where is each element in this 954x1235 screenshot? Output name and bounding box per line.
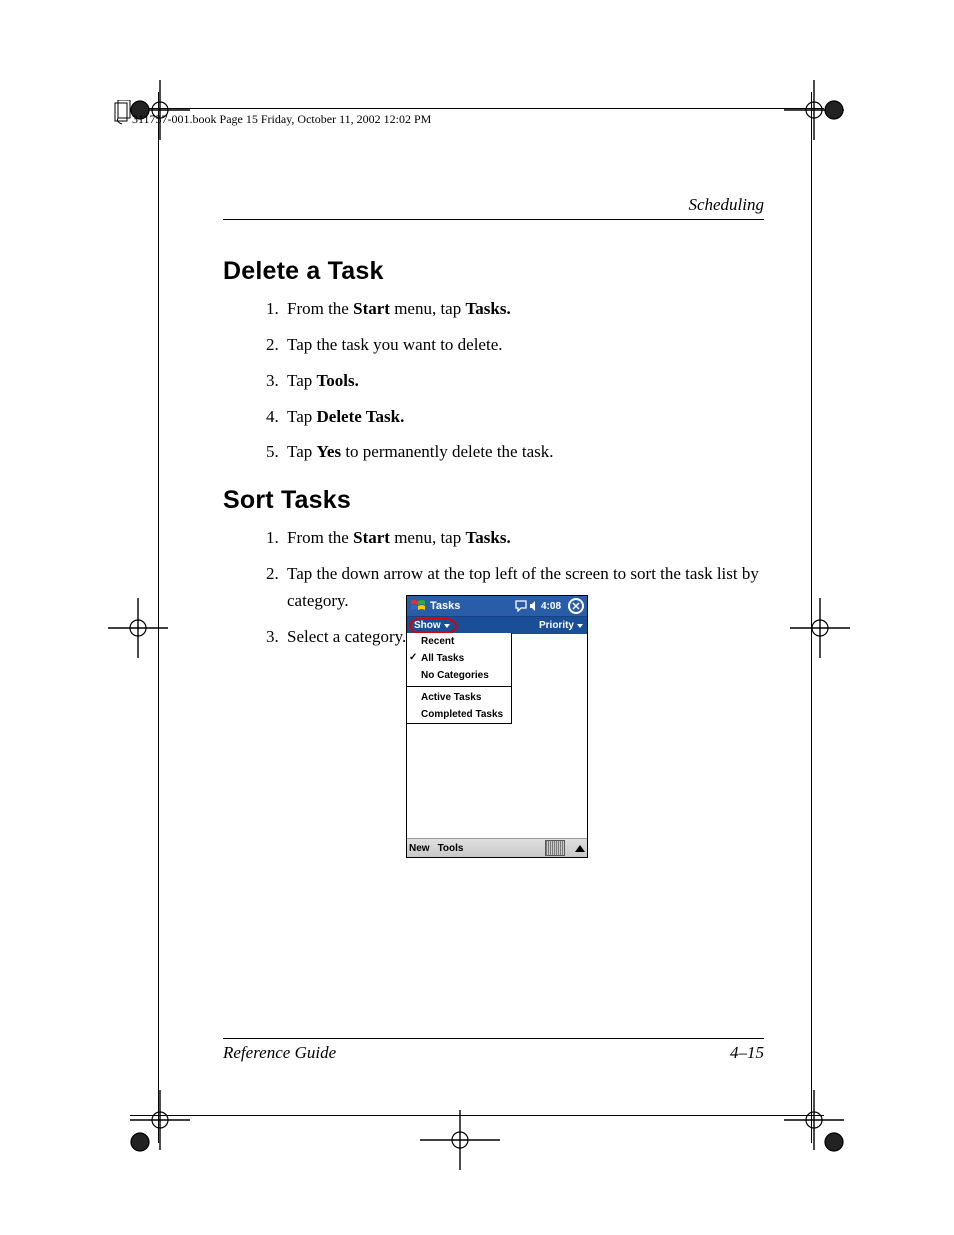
heading-sort-tasks: Sort Tasks xyxy=(223,486,763,515)
list-item: Tap Tools. xyxy=(283,368,763,395)
cropmark-mid-right xyxy=(780,588,860,668)
page-footer: Reference Guide 4–15 xyxy=(223,1038,764,1063)
list-item: From the Start menu, tap Tasks. xyxy=(283,296,763,323)
cropmark-bottom-mid xyxy=(400,1100,520,1180)
source-file-stamp: 311757-001.book Page 15 Friday, October … xyxy=(132,112,431,127)
chevron-down-icon xyxy=(444,624,450,628)
ppc-navbar: Tasks 4:08 ✕ xyxy=(407,596,587,616)
ppc-app-title: Tasks xyxy=(430,600,511,612)
chevron-down-icon xyxy=(577,624,583,628)
menu-item-recent[interactable]: Recent xyxy=(407,633,511,650)
menu-item-completed-tasks[interactable]: Completed Tasks xyxy=(407,706,511,723)
show-dropdown[interactable]: Show xyxy=(409,618,457,634)
running-header: Scheduling xyxy=(223,195,764,220)
cropmark-bottom-right xyxy=(774,1080,854,1160)
crop-rule-top xyxy=(130,108,824,109)
bookmark-icon xyxy=(112,100,134,131)
priority-dropdown[interactable]: Priority xyxy=(539,620,583,631)
cropmark-top-right xyxy=(774,70,854,150)
list-item: Tap Yes to permanently delete the task. xyxy=(283,439,763,466)
chat-bubble-icon[interactable] xyxy=(515,600,527,612)
delete-task-steps: From the Start menu, tap Tasks. Tap the … xyxy=(283,296,763,466)
tools-button[interactable]: Tools xyxy=(438,843,464,854)
sip-keyboard-icon[interactable] xyxy=(545,840,565,856)
footer-doc-title: Reference Guide xyxy=(223,1043,336,1063)
footer-page-number: 4–15 xyxy=(730,1043,764,1063)
list-item: From the Start menu, tap Tasks. xyxy=(283,525,763,552)
ppc-bottom-bar: New Tools xyxy=(407,838,587,857)
ppc-clock: 4:08 xyxy=(541,601,561,612)
new-button[interactable]: New xyxy=(409,843,430,854)
pocketpc-screenshot: Tasks 4:08 ✕ Show Priority xyxy=(406,595,588,858)
close-icon[interactable]: ✕ xyxy=(568,598,584,614)
ppc-status-tray: 4:08 xyxy=(515,600,561,612)
windows-flag-icon[interactable] xyxy=(410,599,426,613)
priority-dropdown-label: Priority xyxy=(539,620,574,631)
page: 311757-001.book Page 15 Friday, October … xyxy=(0,0,954,1235)
ppc-command-bar: Show Priority xyxy=(407,616,587,634)
cropmark-bottom-left xyxy=(120,1080,200,1160)
menu-item-no-categories[interactable]: No Categories xyxy=(407,667,511,684)
cropmark-mid-left xyxy=(98,588,178,668)
category-menu: Recent All Tasks No Categories Active Ta… xyxy=(407,633,512,724)
speaker-icon[interactable] xyxy=(529,600,539,612)
menu-item-active-tasks[interactable]: Active Tasks xyxy=(407,689,511,706)
list-item: Tap the task you want to delete. xyxy=(283,332,763,359)
heading-delete-task: Delete a Task xyxy=(223,257,763,286)
menu-separator xyxy=(407,686,511,687)
menu-item-all-tasks[interactable]: All Tasks xyxy=(407,650,511,667)
list-item: Tap Delete Task. xyxy=(283,404,763,431)
show-dropdown-label: Show xyxy=(414,620,441,631)
chevron-up-icon[interactable] xyxy=(575,845,585,852)
